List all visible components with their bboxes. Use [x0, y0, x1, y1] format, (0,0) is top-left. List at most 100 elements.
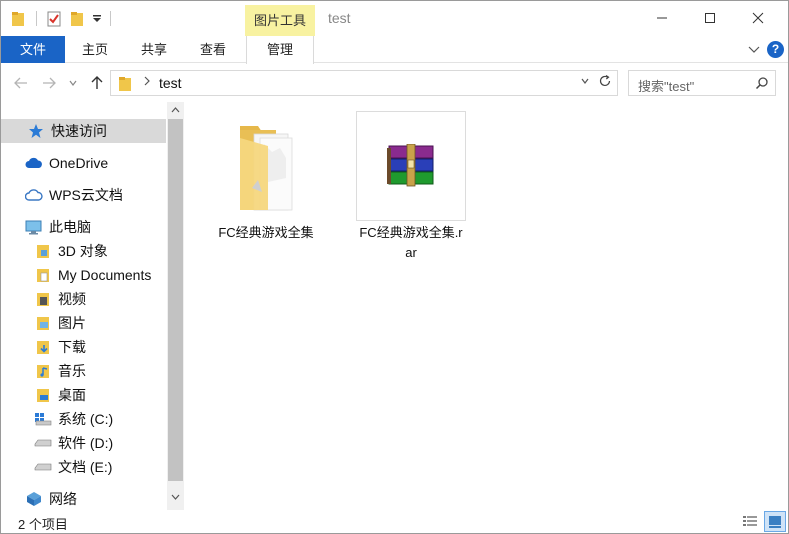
scroll-down-icon[interactable] — [167, 489, 184, 506]
breadcrumb-chevron-icon[interactable] — [143, 75, 151, 90]
ribbon-tabs: 文件 主页 共享 查看 管理 ? — [1, 36, 788, 64]
properties-icon[interactable] — [46, 10, 62, 28]
recent-locations-icon[interactable] — [63, 73, 83, 93]
nav-item-label: 下载 — [58, 339, 86, 355]
documents-icon — [34, 266, 52, 284]
item-count: 2 个项目 — [18, 517, 68, 532]
close-icon — [752, 12, 764, 24]
nav-item-videos[interactable]: 视频 — [1, 287, 166, 311]
up-arrow-icon[interactable] — [87, 73, 107, 93]
close-button[interactable] — [735, 1, 781, 35]
video-icon — [34, 290, 52, 308]
toolbar-divider — [110, 11, 111, 26]
nav-item-pictures[interactable]: 图片 — [1, 311, 166, 335]
folder-thumbnail — [211, 111, 321, 221]
nav-item-this-pc[interactable]: 此电脑 — [1, 215, 166, 239]
desktop-icon — [34, 386, 52, 404]
nav-item-wps-cloud[interactable]: WPS云文档 — [1, 183, 166, 207]
winrar-archive-icon — [387, 144, 434, 187]
file-list[interactable]: FC经典游戏全集 FC经典游戏全集.rar — [184, 102, 788, 510]
details-view-icon[interactable] — [741, 513, 759, 531]
nav-item-downloads[interactable]: 下载 — [1, 335, 166, 359]
nav-item-label: 桌面 — [58, 387, 86, 403]
nav-item-network[interactable]: 网络 — [1, 487, 166, 510]
tab-share[interactable]: 共享 — [138, 36, 170, 63]
customize-toolbar-icon[interactable] — [92, 10, 102, 28]
nav-item-label: 文档 (E:) — [58, 459, 113, 475]
maximize-button[interactable] — [687, 1, 733, 35]
wps-cloud-icon — [25, 186, 43, 204]
forward-icon[interactable] — [39, 73, 59, 93]
system-drive-icon — [34, 410, 52, 428]
nav-item-label: 软件 (D:) — [58, 435, 114, 451]
address-row: test 搜索"test" — [1, 64, 788, 102]
nav-item-drive-e[interactable]: 文档 (E:) — [1, 455, 166, 479]
nav-item-label: 快速访问 — [51, 123, 107, 139]
toolbar-divider — [36, 11, 37, 26]
scrollbar-thumb[interactable] — [168, 119, 183, 481]
file-name: FC经典游戏全集.rar — [359, 225, 463, 260]
nav-item-label: OneDrive — [49, 155, 109, 171]
folder-icon[interactable] — [11, 10, 25, 28]
star-icon — [27, 122, 45, 140]
navigation-scrollbar[interactable] — [167, 102, 184, 510]
rar-thumbnail — [356, 111, 466, 221]
search-icon[interactable] — [755, 76, 769, 93]
large-icons-view-icon[interactable] — [764, 511, 786, 532]
network-icon — [25, 490, 43, 508]
nav-item-label: 3D 对象 — [58, 243, 108, 259]
tab-view[interactable]: 查看 — [197, 36, 229, 63]
nav-item-my-documents[interactable]: My Documents — [1, 263, 166, 287]
drive-icon — [34, 434, 52, 452]
file-item-rar[interactable]: FC经典游戏全集.rar — [356, 111, 466, 263]
nav-item-drive-c[interactable]: 系统 (C:) — [1, 407, 166, 431]
nav-item-label: 图片 — [58, 315, 86, 331]
nav-item-label: 视频 — [58, 291, 86, 307]
nav-item-music[interactable]: 音乐 — [1, 359, 166, 383]
nav-item-label: 网络 — [49, 491, 77, 507]
breadcrumb-current[interactable]: test — [159, 75, 182, 91]
file-name: FC经典游戏全集 — [218, 225, 314, 240]
navigation-pane: 快速访问 OneDrive WPS云文档 此电脑 3D 对象 My Docume… — [1, 102, 167, 510]
title-bar: 图片工具 test — [1, 1, 788, 36]
picture-tools-tab: 图片工具 — [245, 5, 315, 36]
address-history-icon[interactable] — [577, 76, 593, 86]
cloud-icon — [25, 154, 43, 172]
minimize-button[interactable] — [639, 1, 685, 35]
nav-item-label: WPS云文档 — [49, 187, 123, 203]
search-input[interactable]: 搜索"test" — [628, 70, 776, 96]
refresh-icon[interactable] — [598, 74, 614, 92]
drive-icon — [34, 458, 52, 476]
tab-file[interactable]: 文件 — [1, 36, 65, 63]
pictures-icon — [34, 314, 52, 332]
tab-home[interactable]: 主页 — [79, 36, 111, 63]
file-item-folder[interactable]: FC经典游戏全集 — [211, 111, 321, 243]
back-icon[interactable] — [11, 73, 31, 93]
help-button[interactable]: ? — [767, 41, 784, 58]
nav-item-label: 系统 (C:) — [58, 411, 114, 427]
explorer-window: 图片工具 test 文件 主页 共享 查看 管理 ? test 搜索"test"… — [0, 0, 789, 534]
3d-objects-icon — [34, 242, 52, 260]
new-folder-icon[interactable] — [70, 10, 84, 28]
search-placeholder: 搜索"test" — [638, 79, 695, 94]
nav-item-label: 此电脑 — [49, 219, 91, 235]
minimize-icon — [657, 17, 667, 19]
nav-item-desktop[interactable]: 桌面 — [1, 383, 166, 407]
tab-manage[interactable]: 管理 — [246, 36, 314, 64]
computer-icon — [25, 218, 43, 236]
music-icon — [34, 362, 52, 380]
nav-item-quick-access[interactable]: 快速访问 — [1, 119, 166, 143]
nav-item-onedrive[interactable]: OneDrive — [1, 151, 166, 175]
address-bar[interactable]: test — [110, 70, 618, 96]
expand-ribbon-icon[interactable] — [747, 42, 761, 56]
nav-item-label: My Documents — [58, 267, 152, 283]
window-title: test — [328, 10, 351, 26]
status-bar: 2 个项目 — [1, 510, 788, 533]
maximize-icon — [705, 13, 715, 23]
nav-item-3d-objects[interactable]: 3D 对象 — [1, 239, 166, 263]
folder-icon — [240, 126, 293, 211]
nav-item-drive-d[interactable]: 软件 (D:) — [1, 431, 166, 455]
nav-item-label: 音乐 — [58, 363, 86, 379]
folder-icon — [118, 76, 132, 95]
scroll-up-icon[interactable] — [167, 102, 184, 119]
